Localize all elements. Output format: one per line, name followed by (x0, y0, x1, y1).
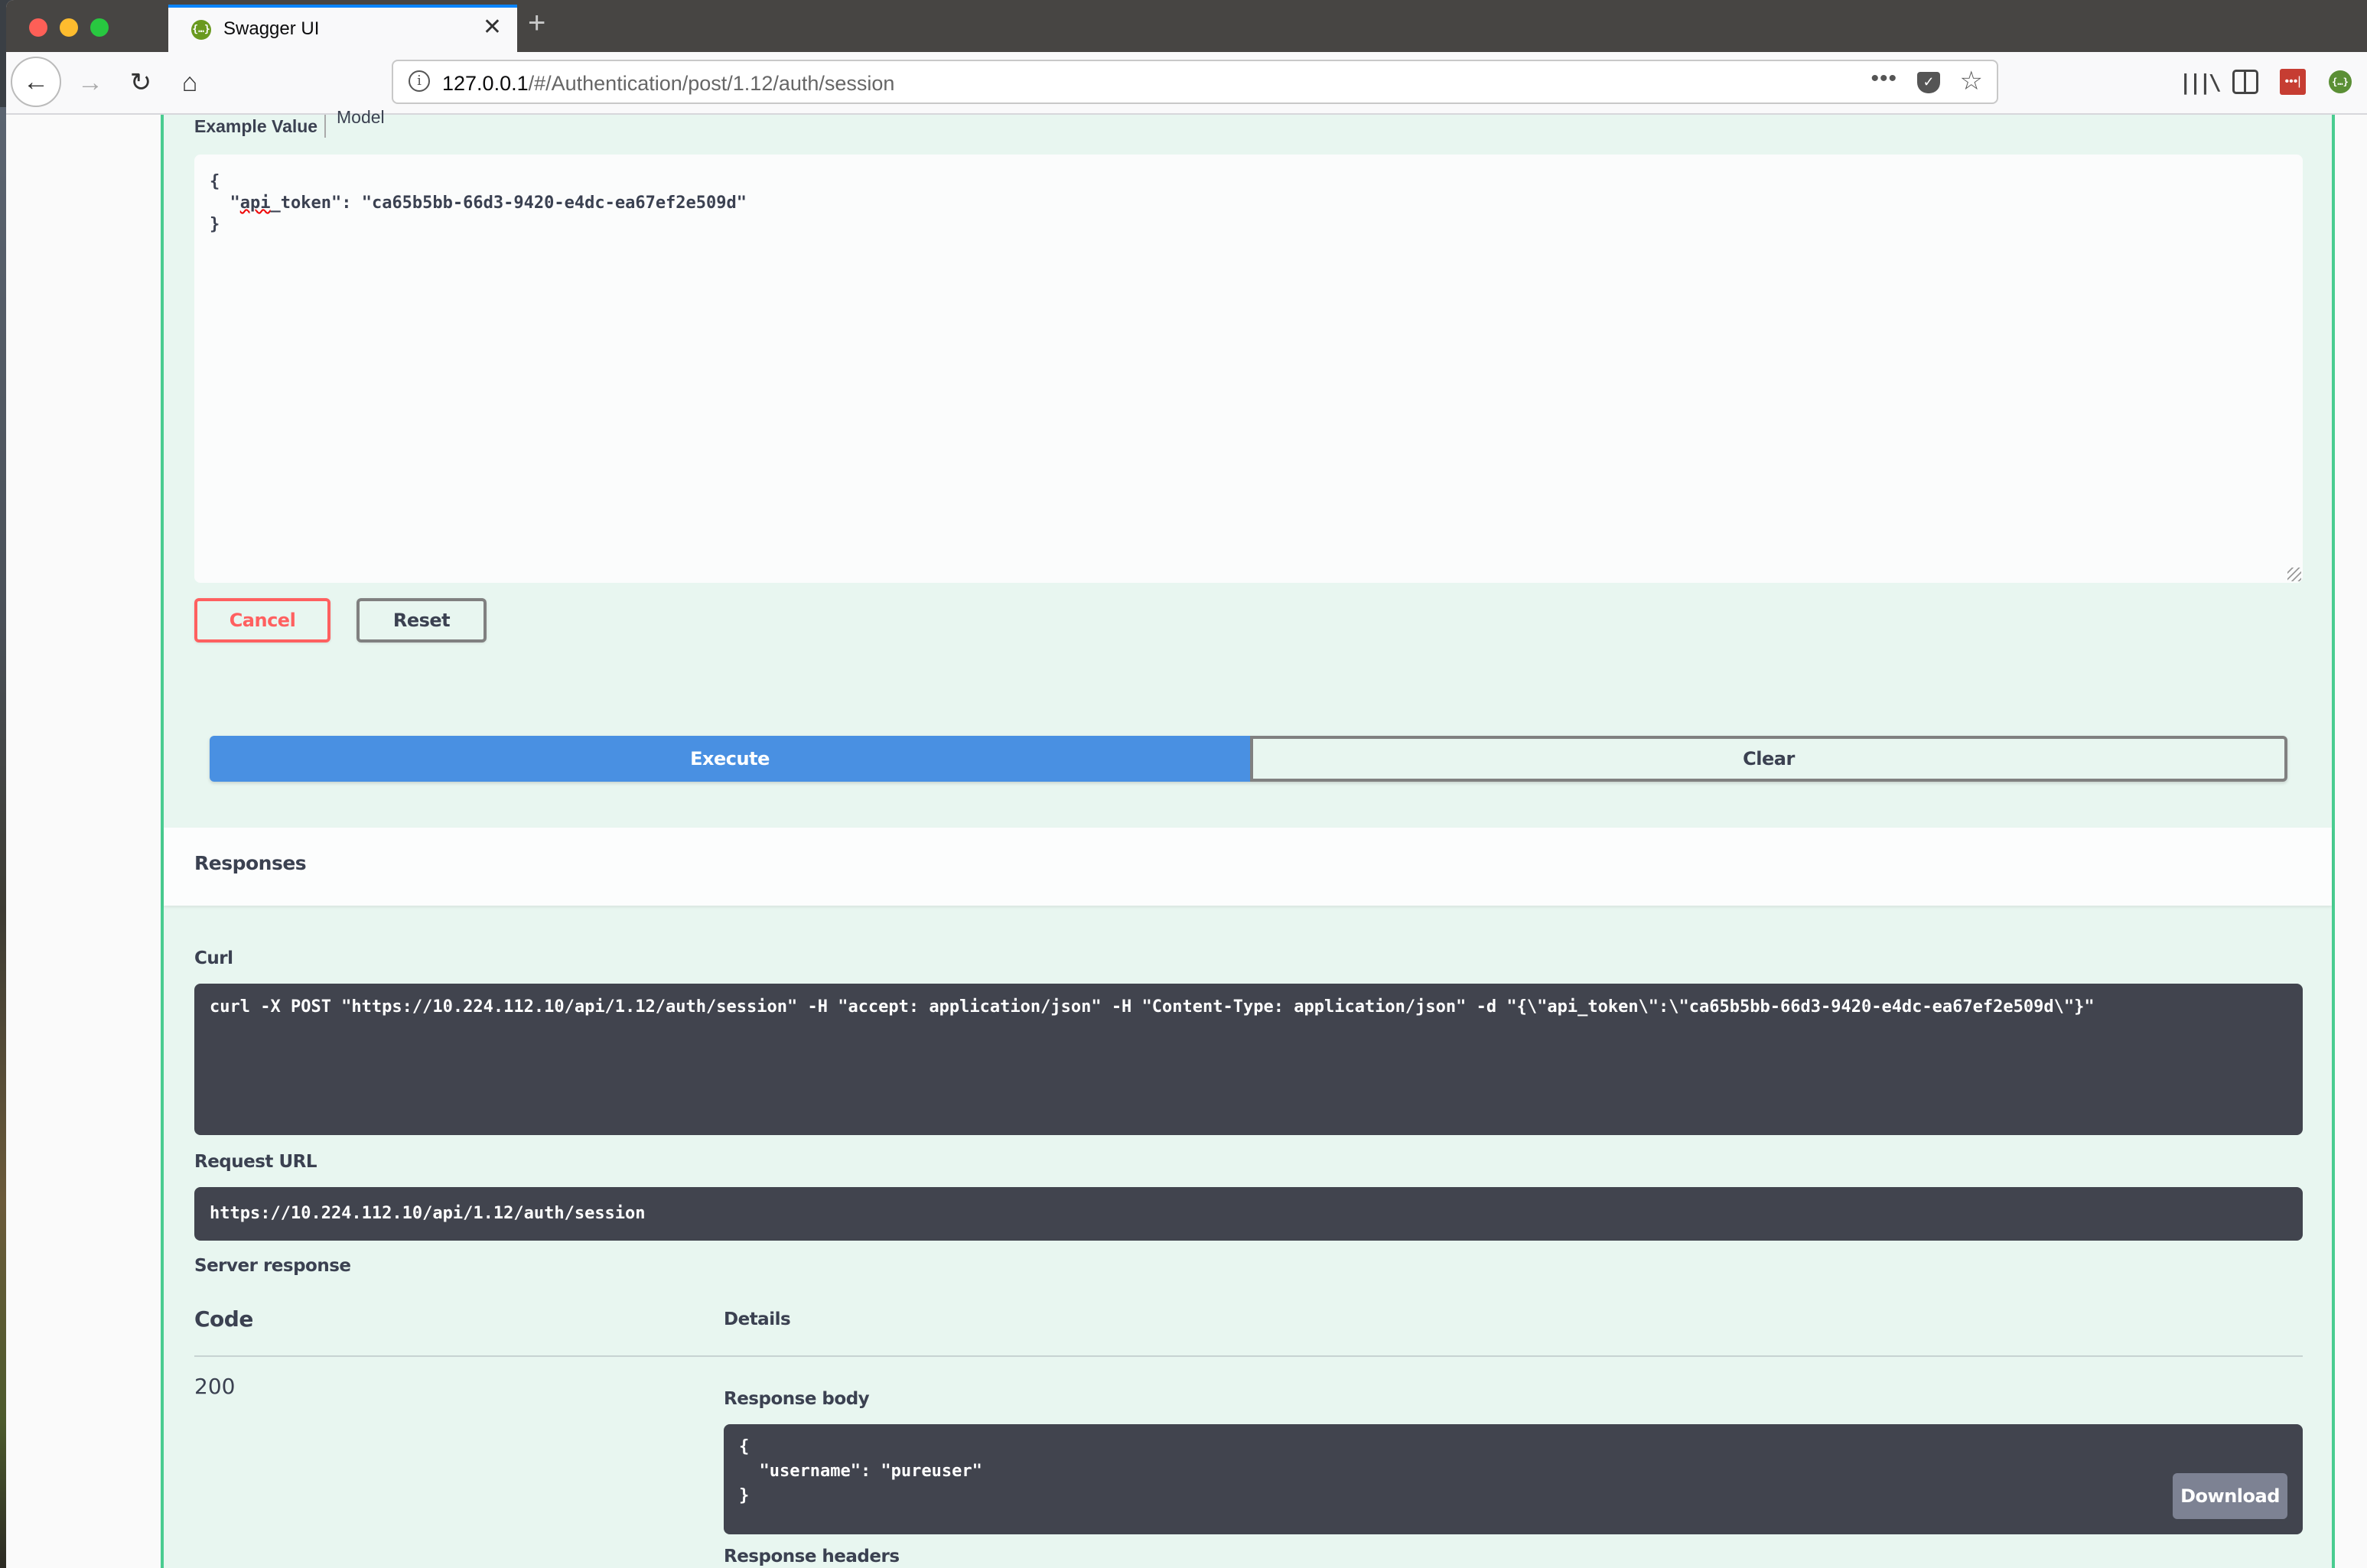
tab-title: Swagger UI (223, 18, 320, 39)
url-host: 127.0.0.1 (442, 72, 529, 95)
tab-example-value[interactable]: Example Value (194, 116, 317, 137)
response-body-text: { "username": "pureuser" } (739, 1437, 982, 1505)
navigation-toolbar: ← → ↻ ⌂ i 127.0.0.1/#/Authentication/pos… (6, 52, 2367, 115)
new-tab-icon[interactable]: + (528, 6, 545, 41)
execute-button-group: Execute Clear (210, 736, 2287, 782)
address-bar[interactable]: i 127.0.0.1/#/Authentication/post/1.12/a… (392, 60, 1998, 104)
clear-button[interactable]: Clear (1250, 736, 2287, 782)
page-actions-icon[interactable]: ••• (1870, 66, 1897, 92)
swagger-extension-icon[interactable]: {…} (2329, 70, 2352, 93)
request-url-label: Request URL (194, 1152, 317, 1172)
spellcheck-word: api (239, 194, 271, 213)
body-line-close: } (210, 215, 220, 234)
sidebar-toggle-icon[interactable] (2232, 70, 2258, 94)
response-body-block[interactable]: { "username": "pureuser" } Download (724, 1424, 2303, 1534)
url-text[interactable]: 127.0.0.1/#/Authentication/post/1.12/aut… (442, 72, 894, 96)
body-line-open: { (210, 172, 220, 191)
bookmark-star-icon[interactable]: ☆ (1960, 66, 1983, 96)
swagger-favicon-icon: {…} (191, 20, 211, 40)
library-icon[interactable]: |||\ (2179, 67, 2221, 96)
table-divider (194, 1355, 2303, 1357)
back-icon[interactable]: ← (11, 57, 61, 107)
responses-header: Responses (164, 828, 2332, 906)
tab-divider (324, 115, 326, 138)
minimize-window-button[interactable] (60, 18, 78, 37)
pocket-icon[interactable]: ✓ (1917, 72, 1940, 93)
response-body-label: Response body (724, 1389, 870, 1409)
close-tab-icon[interactable]: ✕ (483, 14, 502, 41)
details-column-header: Details (724, 1309, 791, 1329)
reset-button[interactable]: Reset (357, 598, 487, 642)
tab-model[interactable]: Model (337, 107, 385, 128)
server-response-label: Server response (194, 1256, 351, 1276)
resize-handle-icon[interactable] (2287, 568, 2301, 581)
tab-strip: {…} Swagger UI ✕ + (6, 0, 2367, 52)
responses-title: Responses (194, 852, 307, 874)
response-headers-label: Response headers (724, 1547, 900, 1566)
home-icon[interactable]: ⌂ (168, 61, 211, 104)
post-operation-block: Example Value Model { "api_token": "ca65… (161, 107, 2335, 1568)
code-column-header: Code (194, 1306, 253, 1332)
browser-tab-swagger[interactable]: {…} Swagger UI ✕ (168, 5, 517, 52)
forward-icon[interactable]: → (69, 61, 112, 104)
execute-button[interactable]: Execute (210, 736, 1250, 782)
page-content: Example Value Model { "api_token": "ca65… (6, 107, 2367, 1568)
body-key-rest: _token": "ca65b5bb-66d3-9420-e4dc-ea67ef… (270, 194, 747, 213)
browser-window: {…} Swagger UI ✕ + ← → ↻ ⌂ i 127.0.0.1/#… (6, 0, 2367, 1568)
request-url-block[interactable]: https://10.224.112.10/api/1.12/auth/sess… (194, 1187, 2303, 1241)
reload-icon[interactable]: ↻ (119, 61, 162, 104)
status-code: 200 (194, 1374, 236, 1399)
site-info-icon[interactable]: i (409, 70, 430, 92)
download-button[interactable]: Download (2173, 1473, 2287, 1519)
curl-label: Curl (194, 948, 233, 968)
close-window-button[interactable] (29, 18, 47, 37)
lastpass-extension-icon[interactable]: •••| (2280, 69, 2306, 95)
curl-command-block[interactable]: curl -X POST "https://10.224.112.10/api/… (194, 984, 2303, 1135)
request-body-editor[interactable]: { "api_token": "ca65b5bb-66d3-9420-e4dc-… (194, 155, 2303, 583)
body-key-prefix: " (210, 194, 240, 213)
url-path: /#/Authentication/post/1.12/auth/session (528, 72, 895, 95)
maximize-window-button[interactable] (90, 18, 109, 37)
cancel-button[interactable]: Cancel (194, 598, 330, 642)
